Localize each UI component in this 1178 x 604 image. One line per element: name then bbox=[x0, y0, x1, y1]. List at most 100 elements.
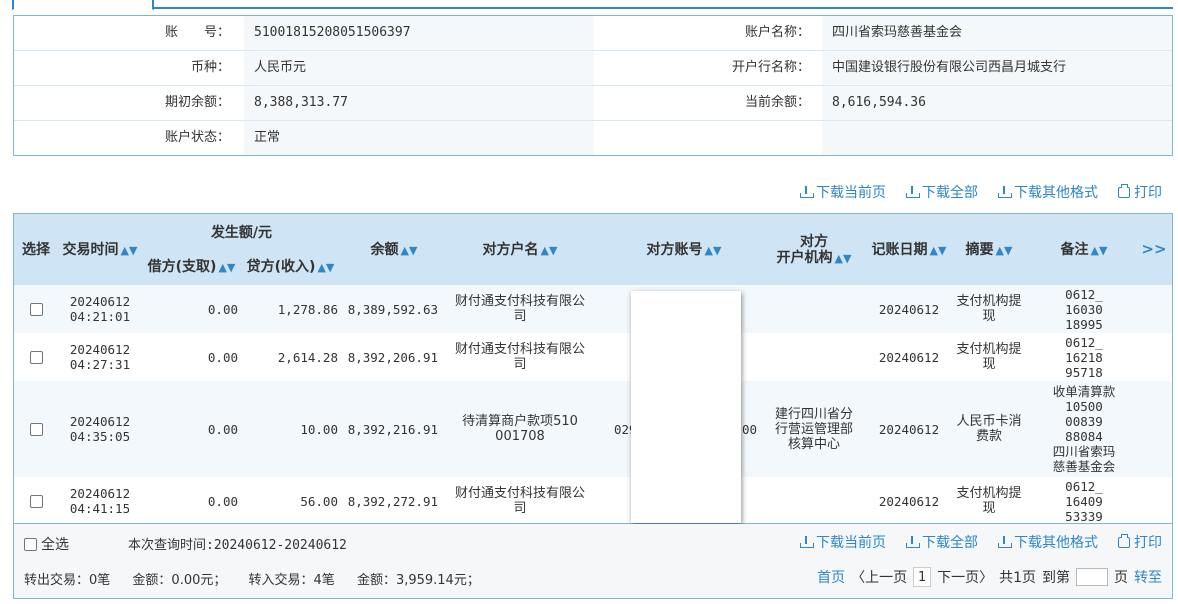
sort-icon: ▲▼ bbox=[218, 261, 236, 274]
printer-icon bbox=[1118, 533, 1130, 548]
select-all-label: 全选 bbox=[41, 537, 69, 553]
row-checkbox[interactable] bbox=[24, 381, 48, 477]
header-summary[interactable]: 摘要 ▲▼ bbox=[954, 242, 1024, 259]
row-checkbox[interactable] bbox=[24, 333, 48, 381]
account-number-label: 账 号： bbox=[14, 16, 242, 50]
header-counter-bank[interactable]: 对方 开户机构 ▲▼ bbox=[759, 234, 869, 267]
row-summary: 支付机构提现 bbox=[956, 294, 1022, 324]
more-columns-button[interactable]: >> bbox=[1139, 241, 1169, 258]
row-checkbox[interactable] bbox=[24, 285, 48, 333]
row-balance: 8,389,592.63 bbox=[347, 301, 438, 317]
header-counter-bank-line1: 对方 bbox=[800, 234, 828, 250]
header-amount-group: 发生额/元 bbox=[210, 225, 273, 241]
header-credit[interactable]: 贷方(收入) ▲▼ bbox=[242, 259, 339, 276]
total-pages: 共1页 bbox=[999, 570, 1036, 586]
tab-underline bbox=[152, 7, 1173, 9]
remark-line: 16218 bbox=[1065, 349, 1103, 365]
download-all-button[interactable]: 下载全部 bbox=[906, 183, 978, 201]
remark-line: 收单清算款 bbox=[1052, 384, 1116, 399]
redaction-overlay bbox=[631, 291, 741, 523]
first-page-link[interactable]: 首页 bbox=[817, 567, 845, 587]
row-time-clock: 04:41:15 bbox=[69, 501, 131, 516]
next-page-link[interactable]: 下一页〉 bbox=[937, 567, 993, 587]
out-amount: 金额：0.00元； bbox=[132, 573, 227, 588]
sort-icon: ▲▼ bbox=[834, 252, 852, 265]
printer-icon bbox=[1118, 183, 1130, 198]
download-other-format-label: 下载其他格式 bbox=[1014, 185, 1098, 201]
sort-icon: ▲▼ bbox=[1090, 244, 1108, 257]
remark-line: 0612_ bbox=[1065, 478, 1103, 494]
goto-page-input[interactable] bbox=[1076, 568, 1108, 586]
download-other-format-button[interactable]: 下载其他格式 bbox=[998, 533, 1098, 551]
row-time-clock: 04:35:05 bbox=[69, 429, 131, 444]
row-time-date: 20240612 bbox=[69, 294, 131, 309]
header-time-label: 交易时间 bbox=[62, 242, 119, 258]
header-counter-account[interactable]: 对方账号 ▲▼ bbox=[614, 242, 754, 259]
header-debit[interactable]: 借方(支取) ▲▼ bbox=[144, 259, 239, 276]
more-columns-icon: >> bbox=[1141, 240, 1167, 258]
row-balance: 8,392,206.91 bbox=[347, 349, 438, 365]
jump-button[interactable]: 转至 bbox=[1134, 567, 1162, 587]
out-count: 转出交易：0笔 bbox=[24, 573, 111, 588]
header-balance[interactable]: 余额 ▲▼ bbox=[344, 242, 444, 259]
row-balance: 8,392,216.91 bbox=[347, 421, 438, 437]
row-summary: 支付机构提现 bbox=[956, 342, 1022, 372]
download-other-format-button[interactable]: 下载其他格式 bbox=[998, 183, 1098, 201]
sort-icon: ▲▼ bbox=[704, 244, 722, 257]
row-post-date: 20240612 bbox=[878, 421, 940, 437]
download-all-button[interactable]: 下载全部 bbox=[906, 533, 978, 551]
opening-balance-value: 8,388,313.77 bbox=[244, 86, 594, 120]
page-unit-label: 页 bbox=[1114, 570, 1128, 586]
sort-icon: ▲▼ bbox=[929, 244, 947, 257]
sort-icon: ▲▼ bbox=[995, 244, 1013, 257]
header-post-date[interactable]: 记账日期 ▲▼ bbox=[869, 242, 949, 259]
header-counter-name[interactable]: 对方户名 ▲▼ bbox=[446, 242, 594, 259]
header-remark[interactable]: 备注 ▲▼ bbox=[1044, 242, 1124, 259]
download-icon bbox=[800, 536, 814, 548]
empty-value bbox=[822, 121, 1172, 155]
row-counter-account-end: 00 bbox=[742, 421, 758, 437]
info-row-balance: 期初余额： 8,388,313.77 当前余额： 8,616,594.36 bbox=[14, 86, 1172, 121]
remark-line: 16030 bbox=[1065, 301, 1103, 317]
row-summary: 人民币卡消费款 bbox=[956, 414, 1022, 444]
print-button[interactable]: 打印 bbox=[1118, 533, 1162, 551]
remark-line: 0612_ bbox=[1065, 286, 1103, 302]
row-counter-name: 财付通支付科技有限公司 bbox=[454, 486, 585, 516]
download-all-label: 下载全部 bbox=[922, 535, 978, 551]
sort-icon: ▲▼ bbox=[540, 244, 558, 257]
print-button[interactable]: 打印 bbox=[1118, 183, 1162, 201]
remark-line: 四川省索玛 bbox=[1052, 444, 1116, 459]
row-remark: 0612_ 16218 95718 bbox=[1044, 333, 1124, 381]
account-status-label: 账户状态： bbox=[14, 121, 242, 155]
current-page[interactable]: 1 bbox=[913, 567, 932, 587]
row-balance: 8,392,272.91 bbox=[347, 493, 438, 509]
top-action-bar: 下载当前页 下载全部 下载其他格式 打印 bbox=[800, 183, 1162, 201]
current-balance-value: 8,616,594.36 bbox=[822, 86, 1172, 120]
remark-line: 18995 bbox=[1065, 316, 1103, 332]
download-icon bbox=[906, 186, 920, 198]
remark-line: 慈善基金会 bbox=[1052, 459, 1116, 474]
select-all-checkbox[interactable]: 全选 bbox=[24, 534, 69, 554]
row-checkbox[interactable] bbox=[24, 477, 48, 523]
row-counter-name: 待清算商户款项510001708 bbox=[462, 414, 578, 444]
download-icon bbox=[998, 186, 1012, 198]
download-current-page-button[interactable]: 下载当前页 bbox=[800, 533, 886, 551]
tab-active[interactable] bbox=[12, 0, 154, 10]
row-time-clock: 04:27:31 bbox=[69, 357, 131, 372]
download-current-page-button[interactable]: 下载当前页 bbox=[800, 183, 886, 201]
table-header: 选择 交易时间 ▲▼ 发生额/元 借方(支取) ▲▼ 贷方(收入) ▲▼ 余额 ▲▼ 对… bbox=[14, 214, 1172, 285]
prev-page-link[interactable]: 〈上一页 bbox=[851, 567, 907, 587]
row-credit: 10.00 bbox=[300, 421, 338, 437]
table-row: 20240612 04:35:05 0.00 10.00 8,392,216.91… bbox=[14, 381, 1172, 477]
row-counter-name: 财付通支付科技有限公司 bbox=[454, 342, 585, 372]
download-current-page-label: 下载当前页 bbox=[816, 535, 886, 551]
transaction-table: 选择 交易时间 ▲▼ 发生额/元 借方(支取) ▲▼ 贷方(收入) ▲▼ 余额 ▲▼ 对… bbox=[13, 213, 1173, 524]
table-row: 20240612 04:21:01 0.00 1,278.86 8,389,592… bbox=[14, 285, 1172, 333]
header-post-date-label: 记账日期 bbox=[871, 242, 928, 258]
print-label: 打印 bbox=[1134, 185, 1162, 201]
row-time-date: 20240612 bbox=[69, 342, 131, 357]
checkbox-icon bbox=[29, 422, 43, 436]
row-credit: 2,614.28 bbox=[277, 349, 338, 365]
pagination: 首页 〈上一页 1 下一页〉 共1页 到第 页 转至 bbox=[817, 567, 1162, 587]
header-time[interactable]: 交易时间 ▲▼ bbox=[60, 242, 140, 259]
